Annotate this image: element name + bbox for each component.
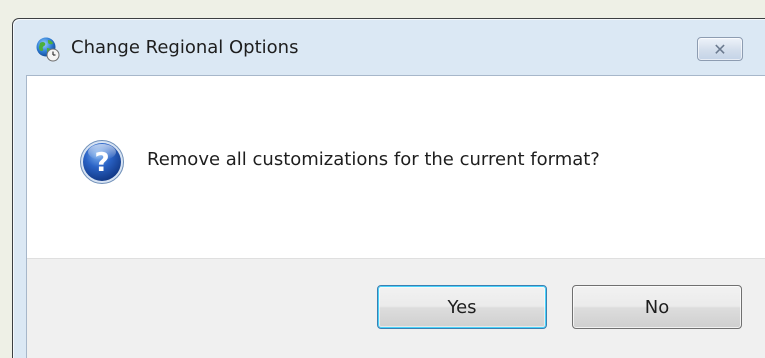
dialog-window: Change Regional Options ✕ ? Remove all c… <box>12 18 765 358</box>
title-bar[interactable]: Change Regional Options ✕ <box>13 19 765 75</box>
no-button[interactable]: No <box>572 285 742 329</box>
svg-text:?: ? <box>94 148 109 178</box>
globe-clock-icon <box>35 36 61 62</box>
message-area: ? Remove all customizations for the curr… <box>27 76 765 258</box>
window-title: Change Regional Options <box>71 37 299 58</box>
yes-button[interactable]: Yes <box>377 285 547 329</box>
close-button[interactable]: ✕ <box>697 37 743 61</box>
dialog-client-area: ? Remove all customizations for the curr… <box>26 75 765 358</box>
button-panel: Yes No <box>27 258 765 358</box>
question-icon: ? <box>79 139 125 185</box>
close-icon: ✕ <box>713 39 727 59</box>
message-text: Remove all customizations for the curren… <box>147 149 600 170</box>
